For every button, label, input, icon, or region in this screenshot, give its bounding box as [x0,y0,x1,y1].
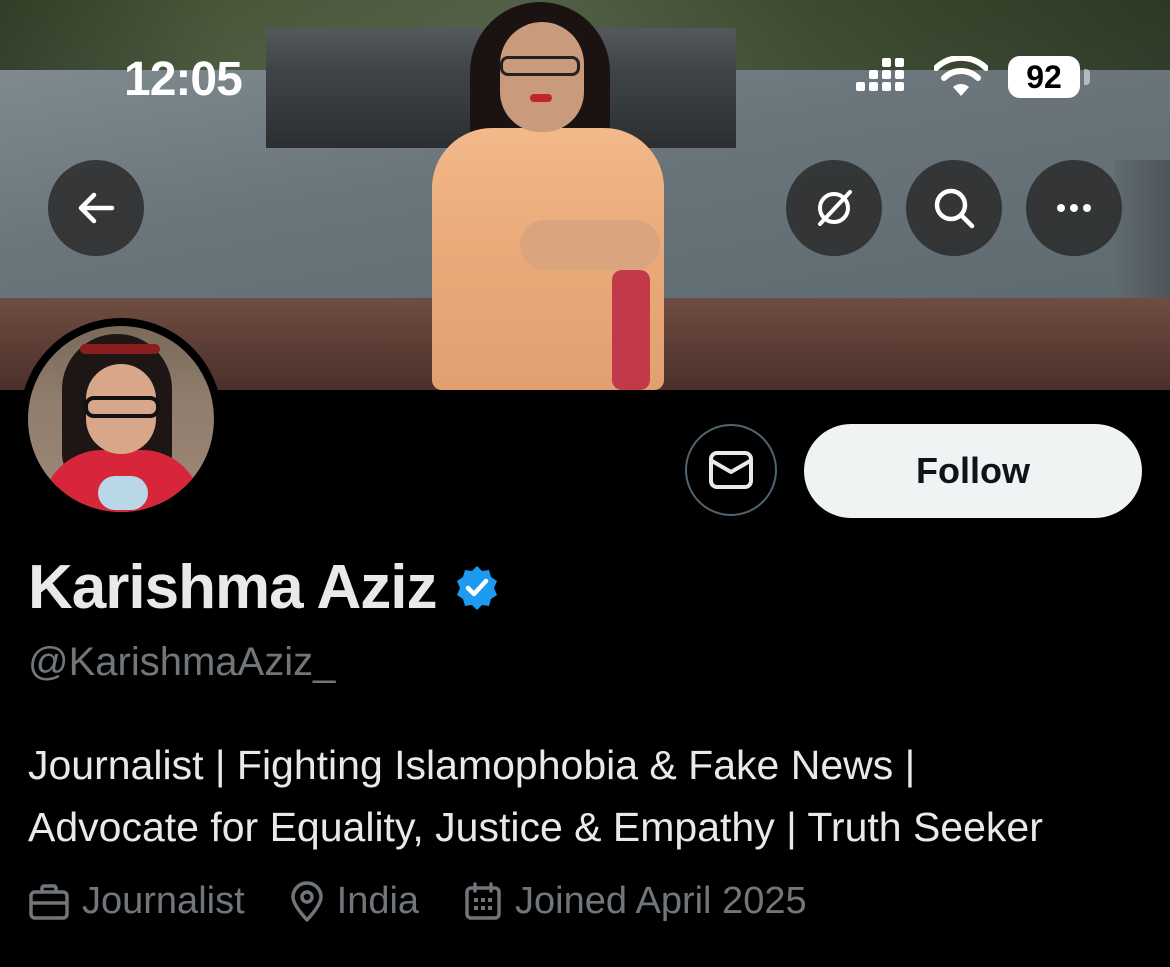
bio-line-1: Journalist | Fighting Islamophobia & Fak… [28,742,916,788]
more-button[interactable] [1026,160,1122,256]
meta-location-text: India [336,880,420,922]
meta-profession-text: Journalist [82,880,245,922]
calendar-icon [465,881,501,920]
more-horizontal-icon [1057,204,1091,212]
profile-avatar[interactable] [20,318,222,520]
envelope-icon [709,451,753,489]
verified-badge-icon[interactable] [453,564,501,612]
banner-person-dupatta [612,270,650,390]
avatar-shirt-print [98,476,148,510]
search-icon [934,188,975,229]
avatar-hairband [80,344,160,354]
status-bar: 12:05 92 [0,0,1170,150]
profile-bio: Journalist | Fighting Islamophobia & Fak… [28,734,1148,858]
meta-joined-text: Joined April 2025 [515,880,807,922]
grok-slash-icon [818,190,852,226]
profile-meta-row: Journalist India Joined April 2025 [28,880,851,923]
banner-person-arms [520,220,660,270]
banner-right-block [1115,160,1170,310]
briefcase-icon [29,883,69,920]
cellular-signal-icon [856,58,908,98]
meta-profession: Journalist [28,880,245,923]
meta-location: India [289,880,419,923]
profile-handle: @KarishmaAziz_ [28,640,336,684]
battery-level: 92 [1008,56,1080,98]
meta-joined: Joined April 2025 [463,880,807,923]
battery-tip [1084,69,1090,85]
follow-button[interactable]: Follow [804,424,1142,518]
grok-button[interactable] [786,160,882,256]
bio-line-2: Advocate for Equality, Justice & Empathy… [28,804,1043,850]
wifi-icon [934,56,988,96]
status-time: 12:05 [124,53,243,106]
message-button[interactable] [685,424,777,516]
avatar-photo [28,326,214,512]
location-pin-icon [290,880,323,922]
profile-name-row: Karishma Aziz [28,552,501,623]
profile-name: Karishma Aziz [28,553,437,622]
avatar-glasses [84,396,160,418]
back-button[interactable] [48,160,144,256]
arrow-left-icon [78,192,115,224]
search-button[interactable] [906,160,1002,256]
